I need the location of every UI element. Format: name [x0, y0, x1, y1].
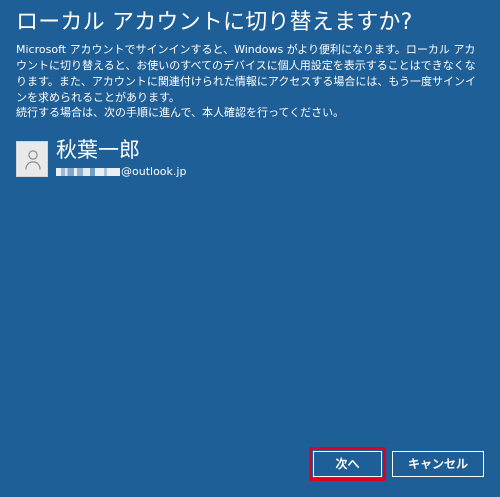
user-avatar-icon [25, 150, 41, 170]
account-card: 秋葉一郎 @outlook.jp [16, 138, 346, 187]
next-button-label: 次へ [335, 457, 360, 471]
page-title: ローカル アカウントに切り替えますか? [16, 10, 413, 35]
account-name: 秋葉一郎 [56, 138, 140, 162]
avatar [16, 141, 48, 177]
next-button[interactable]: 次へ [308, 447, 386, 481]
dialog-actions: 次へ キャンセル [308, 447, 484, 481]
cancel-button[interactable]: キャンセル [391, 451, 484, 477]
cancel-button-label: キャンセル [407, 457, 468, 471]
continue-instruction: 続行する場合は、次の手順に進んで、本人確認を行ってください。 [16, 106, 345, 119]
switch-to-local-account-dialog: ローカル アカウントに切り替えますか? Microsoft アカウントでサインイ… [0, 0, 500, 497]
description-text: Microsoft アカウントでサインインすると、Windows がより便利にな… [16, 43, 477, 104]
account-email-domain: @outlook.jp [121, 165, 187, 178]
blurred-email-local-part [56, 168, 120, 176]
account-email: @outlook.jp [56, 165, 186, 179]
